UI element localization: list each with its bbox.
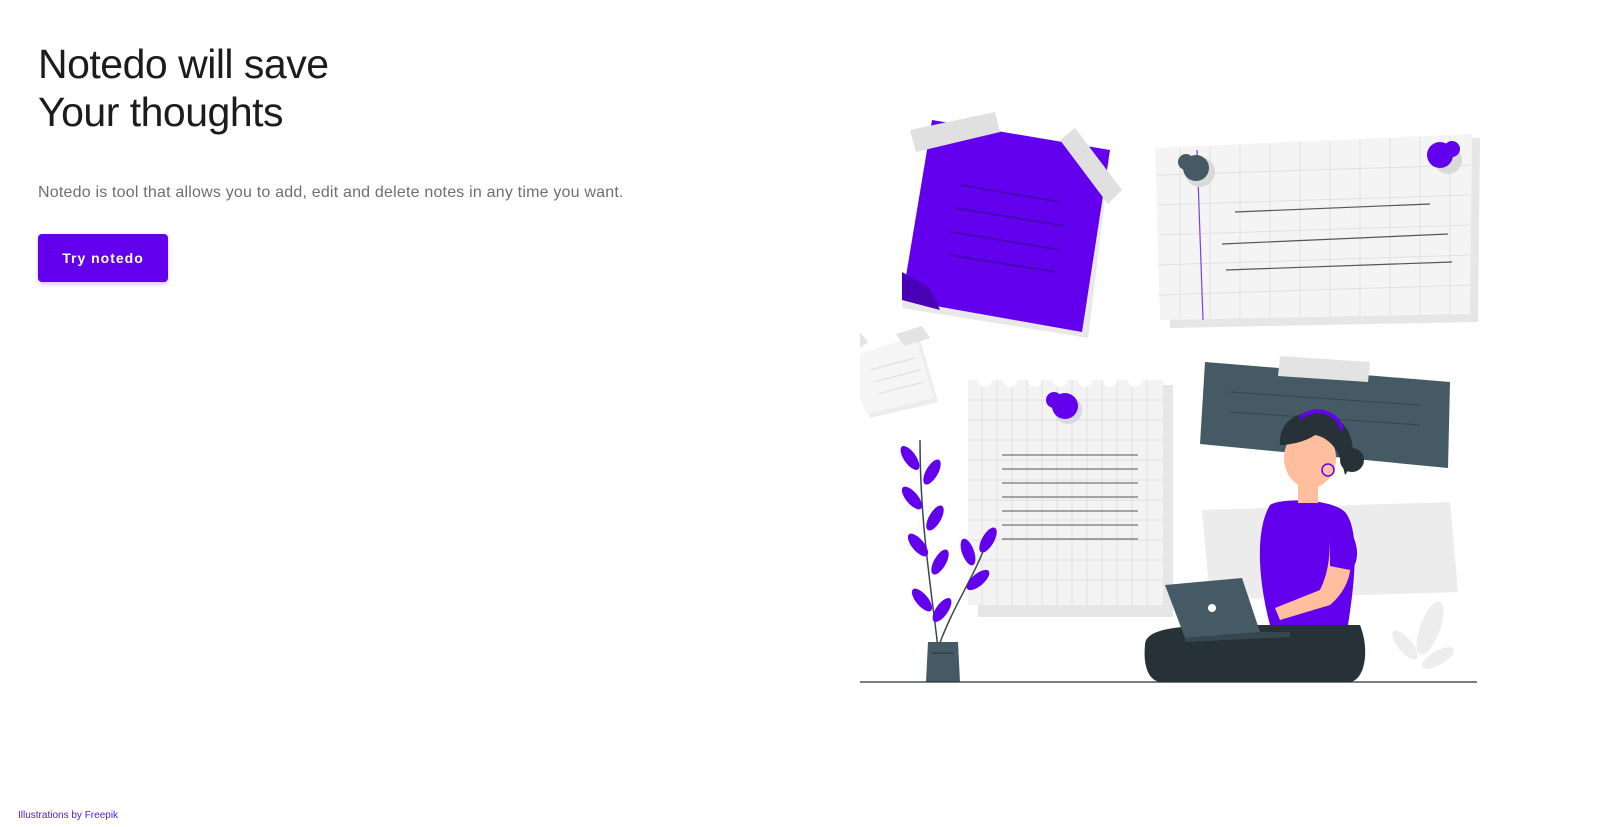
grey-small-note: [860, 326, 938, 418]
purple-sticky-note: [902, 112, 1122, 338]
landing-page: Notedo will save Your thoughts Notedo is…: [0, 0, 1600, 827]
headline-line-1: Notedo will save: [38, 41, 329, 87]
hero-section: Notedo will save Your thoughts Notedo is…: [38, 40, 738, 282]
lined-paper-note: [1155, 134, 1480, 328]
try-notedo-button[interactable]: Try notedo: [38, 234, 168, 282]
page-title: Notedo will save Your thoughts: [38, 40, 738, 136]
freepik-credit-link[interactable]: Illustrations by Freepik: [18, 810, 118, 821]
grid-paper-note: [968, 373, 1173, 617]
leaf-decoration: [1392, 601, 1454, 669]
notes-illustration: [860, 112, 1480, 683]
hero-subtitle: Notedo is tool that allows you to add, e…: [38, 184, 624, 201]
headline-line-2: Your thoughts: [38, 89, 284, 135]
